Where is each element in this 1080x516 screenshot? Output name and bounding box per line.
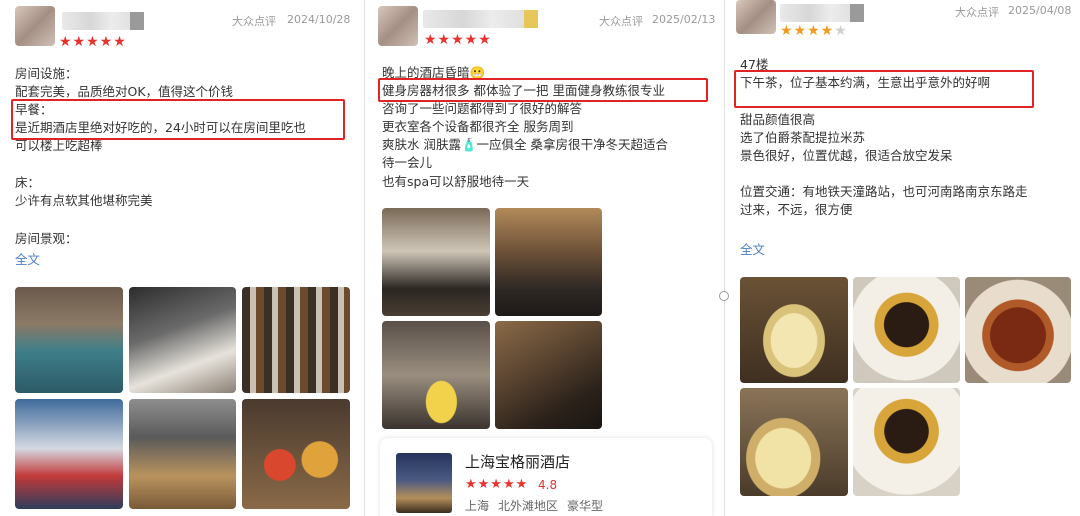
- hotel-bedroom-photo[interactable]: [129, 287, 236, 393]
- changing-room-photo[interactable]: [495, 321, 602, 429]
- review-line: 待一会儿: [382, 155, 433, 170]
- review-card-3: 大众点评 2025/04/08 ★★★★★ 47楼 下午茶，位子基本约满，生意出…: [726, 0, 1080, 516]
- hotel-name[interactable]: 上海宝格丽酒店: [465, 452, 570, 472]
- chocolate-disc-photo[interactable]: [853, 388, 960, 496]
- review-line: 选了伯爵茶配提拉米苏: [740, 130, 866, 145]
- review-source: 大众点评: [955, 6, 999, 19]
- chocolate-dessert-photo[interactable]: [853, 277, 960, 383]
- gym-drinks-photo[interactable]: [382, 208, 490, 316]
- rating-stars: ★★★★★: [59, 34, 127, 50]
- review-line: 过来，不远，很方便: [740, 202, 853, 217]
- review-date: 2024/10/28: [287, 13, 351, 26]
- cake-roll-closeup-photo[interactable]: [740, 388, 848, 496]
- gym-treadmill-photo[interactable]: [495, 208, 602, 316]
- avatar[interactable]: [736, 0, 776, 34]
- username-blurred[interactable]: [62, 12, 144, 30]
- hotel-district: 北外滩地区: [498, 499, 559, 513]
- review-source: 大众点评: [599, 15, 643, 28]
- review-source: 大众点评: [232, 15, 276, 28]
- review-line: 位置交通：有地铁天潼路站，也可河南路南京东路走: [740, 184, 1028, 199]
- indoor-pool-photo[interactable]: [15, 287, 123, 393]
- minibar-drinks-photo[interactable]: [242, 287, 350, 393]
- hotel-rating-stars: ★★★★★: [465, 477, 529, 492]
- rating-stars: ★★★★★: [424, 32, 492, 48]
- review-line: 爽肤水 润肤露🧴一应俱全 桑拿房很干净冬天超适合: [382, 137, 669, 152]
- tea-cup-photo[interactable]: [965, 277, 1071, 383]
- review-line: 少许有点软其他堪称完美: [15, 193, 153, 208]
- review-date: 2025/04/08: [1008, 4, 1072, 17]
- username-blurred[interactable]: [780, 4, 864, 22]
- review-line: 也有spa可以舒服地待一天: [382, 174, 530, 189]
- gym-photo[interactable]: [129, 399, 236, 509]
- review-date: 2025/02/13: [652, 13, 716, 26]
- amenity-tray-photo[interactable]: [15, 399, 123, 509]
- hotel-category: 豪华型: [567, 499, 604, 513]
- avatar[interactable]: [15, 6, 55, 46]
- review-card-2: 大众点评 2025/02/13 ★★★★★ 晚上的酒店昏暗😬 健身房器材很多 都…: [365, 0, 725, 516]
- review-line: 景色很好，位置优越，很适合放空发呆: [740, 148, 953, 163]
- review-line: 床：: [15, 175, 41, 190]
- cake-roll-photo[interactable]: [740, 277, 848, 383]
- review-card-1: 大众点评 2024/10/28 ★★★★★ 房间设施： 配套完美，品质绝对OK，…: [0, 0, 360, 516]
- review-line: 咨询了一些问题都得到了很好的解答: [382, 101, 583, 116]
- rating-stars: ★★★★★: [780, 23, 848, 39]
- hotel-rating-score: 4.8: [538, 478, 558, 492]
- highlight-box: [734, 70, 1034, 108]
- review-line: 房间设施：: [15, 66, 78, 81]
- review-line: 甜品颜值很高: [740, 112, 816, 127]
- highlight-box: [11, 99, 345, 140]
- snack-jars-photo[interactable]: [242, 399, 350, 509]
- username-blurred[interactable]: [423, 10, 538, 28]
- hotel-card[interactable]: 上海宝格丽酒店 ★★★★★ 4.8 上海 北外滩地区 豪华型: [380, 438, 712, 516]
- hotel-city: 上海: [465, 499, 490, 513]
- hotel-thumbnail: [396, 453, 452, 513]
- read-more-link[interactable]: 全文: [740, 241, 765, 259]
- read-more-link[interactable]: 全文: [15, 251, 40, 269]
- avatar[interactable]: [378, 6, 418, 46]
- column-divider: [724, 0, 725, 516]
- water-banana-photo[interactable]: [382, 321, 490, 429]
- review-line: 房间景观：: [15, 231, 78, 246]
- highlight-box: [378, 78, 708, 102]
- review-line: 更衣室各个设备都很齐全 服务周到: [382, 119, 574, 134]
